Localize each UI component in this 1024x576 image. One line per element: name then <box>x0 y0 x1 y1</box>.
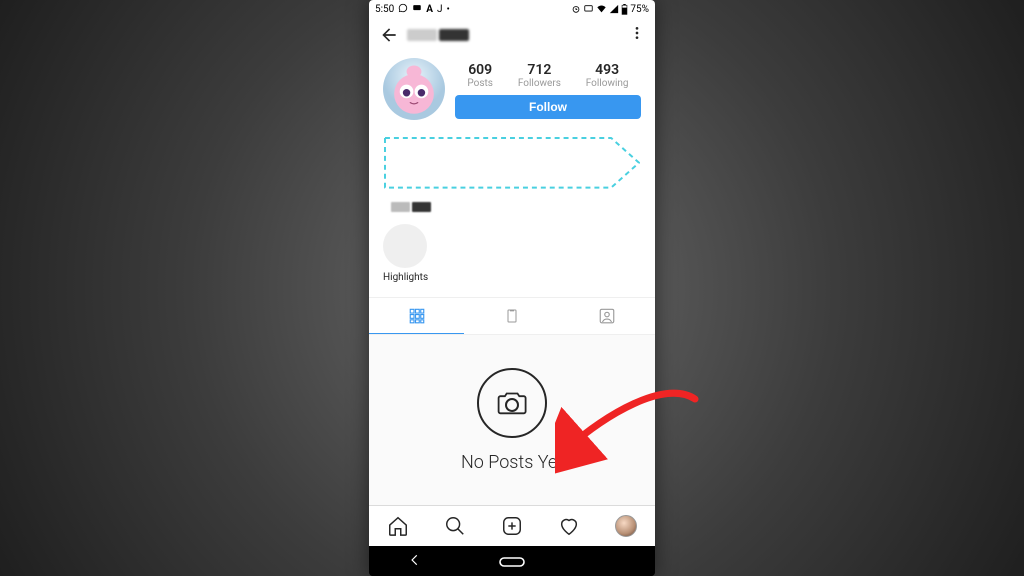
highlights-label: Highlights <box>383 272 641 283</box>
app-a-icon: A <box>426 4 433 15</box>
whatsapp-icon <box>398 3 408 16</box>
bottom-nav <box>369 505 655 546</box>
android-home[interactable] <box>499 552 525 571</box>
nav-search[interactable] <box>426 506 483 546</box>
bio-redacted-line <box>391 202 431 212</box>
message-icon <box>412 3 422 16</box>
app-surface: 609 Posts 712 Followers 493 Following Fo… <box>369 18 655 546</box>
stage: 5:50 A J • 75% <box>0 0 1024 576</box>
follow-button[interactable]: Follow <box>455 95 641 119</box>
android-back[interactable] <box>408 552 422 571</box>
tab-grid[interactable] <box>369 298 464 334</box>
stats-row: 609 Posts 712 Followers 493 Following <box>455 62 641 89</box>
nav-activity[interactable] <box>541 506 598 546</box>
battery-text: 75% <box>630 4 649 15</box>
wifi-icon <box>596 4 607 14</box>
camera-icon <box>477 368 547 438</box>
phone-frame: 5:50 A J • 75% <box>369 0 655 576</box>
profile-tabs <box>369 297 655 335</box>
empty-state: No Posts Yet <box>369 335 655 505</box>
battery-icon <box>621 4 628 15</box>
highlight-placeholder[interactable] <box>383 224 427 268</box>
nav-profile[interactable] <box>598 506 655 546</box>
back-button[interactable] <box>379 25 399 45</box>
stat-posts[interactable]: 609 Posts <box>467 62 493 89</box>
status-bar: 5:50 A J • 75% <box>369 0 655 18</box>
signal-icon <box>609 4 619 14</box>
status-time: 5:50 <box>375 4 394 15</box>
more-options-button[interactable] <box>629 25 645 45</box>
highlights-section: Highlights <box>383 224 641 283</box>
tab-tagged[interactable] <box>560 298 655 334</box>
username-redacted <box>407 29 621 41</box>
more-dot-icon: • <box>447 4 450 15</box>
stat-followers[interactable]: 712 Followers <box>518 62 561 89</box>
bio-callout <box>383 136 641 190</box>
profile-row: 609 Posts 712 Followers 493 Following Fo… <box>369 52 655 120</box>
nav-add[interactable] <box>483 506 540 546</box>
profile-header <box>369 18 655 52</box>
cast-icon <box>583 4 594 14</box>
empty-state-text: No Posts Yet <box>461 452 563 473</box>
app-j-icon: J <box>437 4 443 15</box>
android-nav <box>369 546 655 576</box>
tab-feed[interactable] <box>464 298 559 334</box>
alarm-icon <box>571 4 581 14</box>
nav-home[interactable] <box>369 506 426 546</box>
avatar[interactable] <box>383 58 445 120</box>
stat-following[interactable]: 493 Following <box>586 62 629 89</box>
